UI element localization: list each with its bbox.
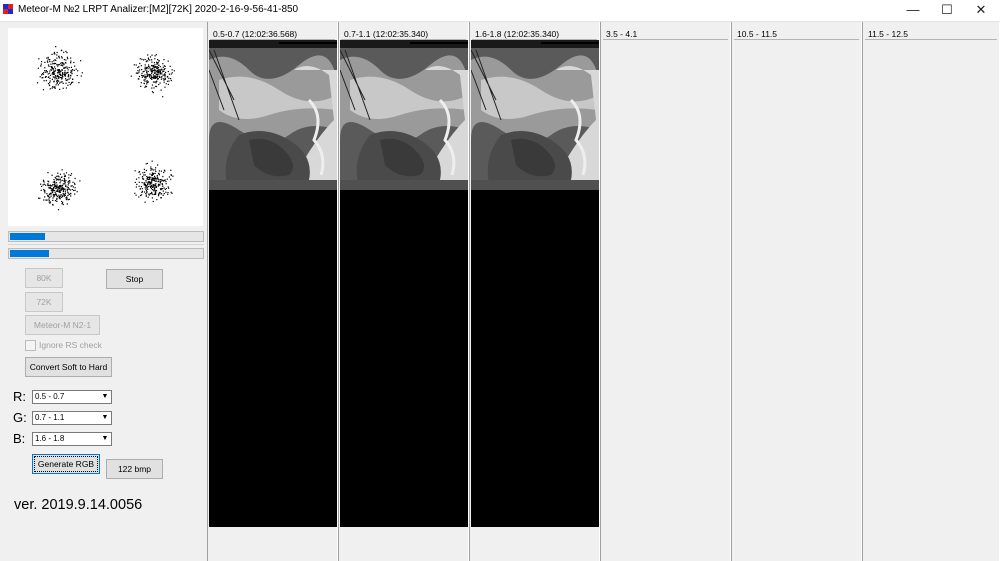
channel-panel: 11.5 - 12.5	[862, 22, 1000, 561]
channel-label: 3.5 - 4.1	[606, 29, 638, 39]
channel-image[interactable]	[209, 40, 337, 527]
control-panel: 80K Stop 72K Meteor-M N2-1 Ignore RS che…	[0, 22, 207, 561]
progress-bar-2-fill	[10, 250, 49, 257]
channel-label: 0.7-1.1 (12:02:35.340)	[344, 29, 429, 39]
ignore-rs-label: Ignore RS check	[39, 340, 102, 350]
minimize-button[interactable]: —	[896, 0, 930, 21]
satellite-image	[340, 40, 468, 190]
meteor-satellite-button[interactable]: Meteor-M N2-1	[25, 315, 100, 335]
satellite-image	[471, 40, 599, 190]
b-channel-value: 1.6 - 1.8	[35, 434, 65, 443]
channel-panel: 3.5 - 4.1	[600, 22, 731, 561]
ignore-rs-checkbox[interactable]: Ignore RS check	[25, 340, 102, 352]
title-bar: Meteor-M №2 LRPT Analizer:[M2][72K] 2020…	[0, 0, 1000, 22]
r-label: R:	[13, 389, 26, 404]
satellite-image	[209, 40, 337, 190]
chevron-down-icon: ▼	[101, 414, 109, 421]
r-channel-select[interactable]: 0.5 - 0.7 ▼	[32, 390, 112, 404]
chevron-down-icon: ▼	[101, 393, 109, 400]
progress-bar-1-fill	[10, 233, 45, 240]
constellation-scatter	[36, 46, 175, 211]
channel-label: 10.5 - 11.5	[737, 29, 778, 39]
b-channel-select[interactable]: 1.6 - 1.8 ▼	[32, 432, 112, 446]
maximize-button[interactable]: ☐	[930, 0, 964, 21]
meteor-app-icon[interactable]	[3, 4, 14, 15]
g-channel-value: 0.7 - 1.1	[35, 413, 65, 422]
mode-80k-button[interactable]: 80K	[25, 268, 63, 288]
channel-panel: 0.7-1.1 (12:02:35.340)	[338, 22, 469, 561]
r-channel-value: 0.5 - 0.7	[35, 392, 65, 401]
channel-label: 11.5 - 12.5	[868, 29, 909, 39]
g-channel-select[interactable]: 0.7 - 1.1 ▼	[32, 411, 112, 425]
channel-image[interactable]	[340, 40, 468, 527]
stop-button[interactable]: Stop	[106, 269, 163, 289]
mode-72k-button[interactable]: 72K	[25, 292, 63, 312]
progress-bar-1	[8, 231, 204, 242]
close-button[interactable]: ✕	[964, 0, 998, 21]
convert-soft-to-hard-button[interactable]: Convert Soft to Hard	[25, 357, 112, 377]
window-title: Meteor-M №2 LRPT Analizer:[M2][72K] 2020…	[18, 4, 299, 15]
constellation-plot	[8, 28, 203, 226]
g-label: G:	[13, 410, 27, 425]
progress-separator	[8, 244, 204, 245]
checkbox-icon	[25, 340, 36, 352]
channel-label: 0.5-0.7 (12:02:36.568)	[213, 29, 298, 39]
chevron-down-icon: ▼	[101, 435, 109, 442]
channel-header-rule	[865, 39, 997, 40]
channel-panel: 0.5-0.7 (12:02:36.568)	[207, 22, 338, 561]
b-label: B:	[13, 431, 26, 446]
channel-panels: 0.5-0.7 (12:02:36.568) 0.7-1.1 (12:02:35.…	[207, 22, 1000, 561]
save-bmp-button[interactable]: 122 bmp	[106, 459, 163, 479]
channel-header-rule	[734, 39, 859, 40]
progress-bar-2	[8, 248, 204, 259]
channel-label: 1.6-1.8 (12:02:35.340)	[475, 29, 560, 39]
channel-panel: 10.5 - 11.5	[731, 22, 862, 561]
channel-panel: 1.6-1.8 (12:02:35.340)	[469, 22, 600, 561]
channel-header-rule	[603, 39, 728, 40]
maximize-icon: ☐	[941, 2, 953, 17]
version-text: ver. 2019.9.14.0056	[14, 497, 143, 513]
minimize-icon: —	[906, 2, 920, 17]
generate-rgb-button[interactable]: Generate RGB	[32, 454, 100, 474]
close-icon: ✕	[975, 2, 987, 17]
channel-image[interactable]	[471, 40, 599, 527]
